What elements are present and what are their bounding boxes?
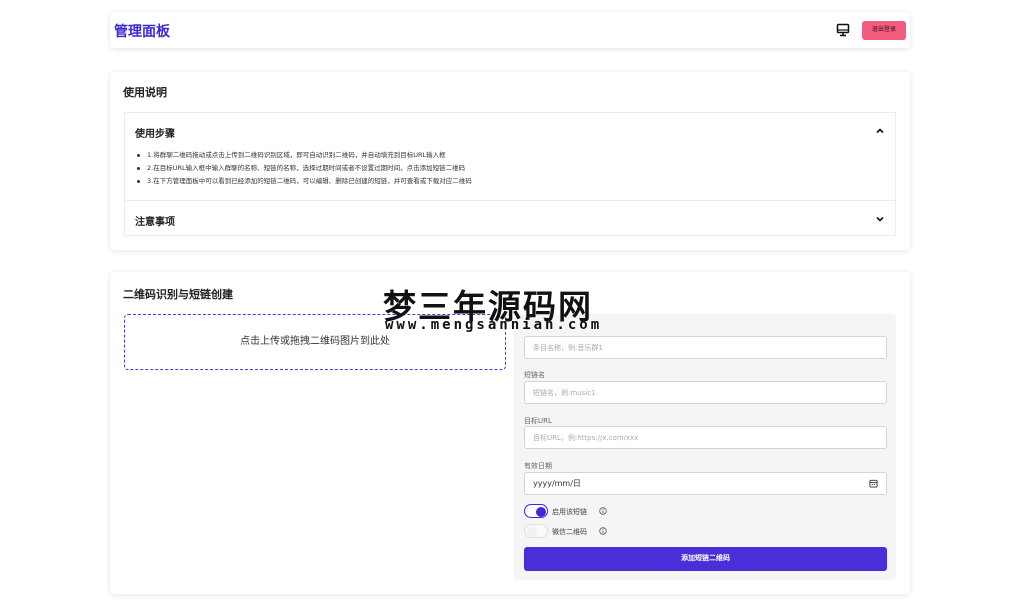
chevron-up-icon[interactable] — [875, 126, 885, 136]
accordion-steps: 使用步骤 1.将群聊二维码拖动或点击上传到二维码识别区域，即可自动识别二维码，并… — [124, 112, 896, 200]
instructions-title: 使用说明 — [123, 86, 167, 99]
list-item: 1.将群聊二维码拖动或点击上传到二维码识别区域，即可自动识别二维码，并自动填充到… — [135, 149, 472, 162]
target-url-label: 目标URL — [524, 417, 552, 425]
instructions-card: 使用说明 使用步骤 1.将群聊二维码拖动或点击上传到二维码识别区域，即可自动识别… — [110, 72, 910, 250]
list-item: 3.在下方管理面板中可以看到已经添加的短链二维码，可以编辑、删除已创建的短链，并… — [135, 175, 472, 188]
target-url-input[interactable] — [524, 426, 887, 449]
calendar-icon[interactable] — [869, 479, 878, 488]
qr-section-title: 二维码识别与短链创建 — [123, 288, 233, 301]
top-bar: 管理面板 退出登录 — [110, 12, 910, 48]
enable-shortlink-toggle[interactable] — [524, 504, 548, 518]
steps-list: 1.将群聊二维码拖动或点击上传到二维码识别区域，即可自动识别二维码，并自动填充到… — [135, 149, 472, 188]
wechat-qr-toggle[interactable] — [524, 524, 548, 538]
info-icon[interactable] — [599, 507, 607, 515]
shortlink-label: 短链名 — [524, 371, 545, 379]
shortlink-input[interactable] — [524, 381, 887, 404]
date-value: yyyy/mm/日 — [533, 479, 581, 488]
toggle-knob — [536, 506, 546, 517]
toggle-knob — [527, 527, 537, 537]
enable-shortlink-label: 启用该短链 — [552, 508, 587, 516]
entry-name-input[interactable] — [524, 336, 887, 359]
wechat-qr-label: 微信二维码 — [552, 528, 587, 536]
watermark-url: www.mengsannian.com — [385, 317, 603, 333]
accordion-notes-title[interactable]: 注意事项 — [135, 213, 175, 228]
logout-button[interactable]: 退出登录 — [862, 21, 906, 40]
accordion-notes[interactable]: 注意事项 — [124, 200, 896, 236]
add-shortlink-button[interactable]: 添加短链二维码 — [524, 547, 887, 571]
chevron-down-icon[interactable] — [875, 214, 885, 224]
expiry-date-label: 有效日期 — [524, 462, 552, 470]
monitor-icon[interactable] — [836, 23, 850, 37]
list-item: 2.在目标URL输入框中输入群聊的名称、短链的名称，选择过期时间或者不设置过期时… — [135, 162, 472, 175]
shortlink-form: 短链名 目标URL 有效日期 yyyy/mm/日 启用该短链 微信二维码 — [514, 314, 896, 580]
accordion-steps-title[interactable]: 使用步骤 — [135, 125, 175, 140]
page-title: 管理面板 — [114, 24, 170, 40]
expiry-date-input[interactable]: yyyy/mm/日 — [524, 472, 887, 495]
info-icon[interactable] — [599, 527, 607, 535]
